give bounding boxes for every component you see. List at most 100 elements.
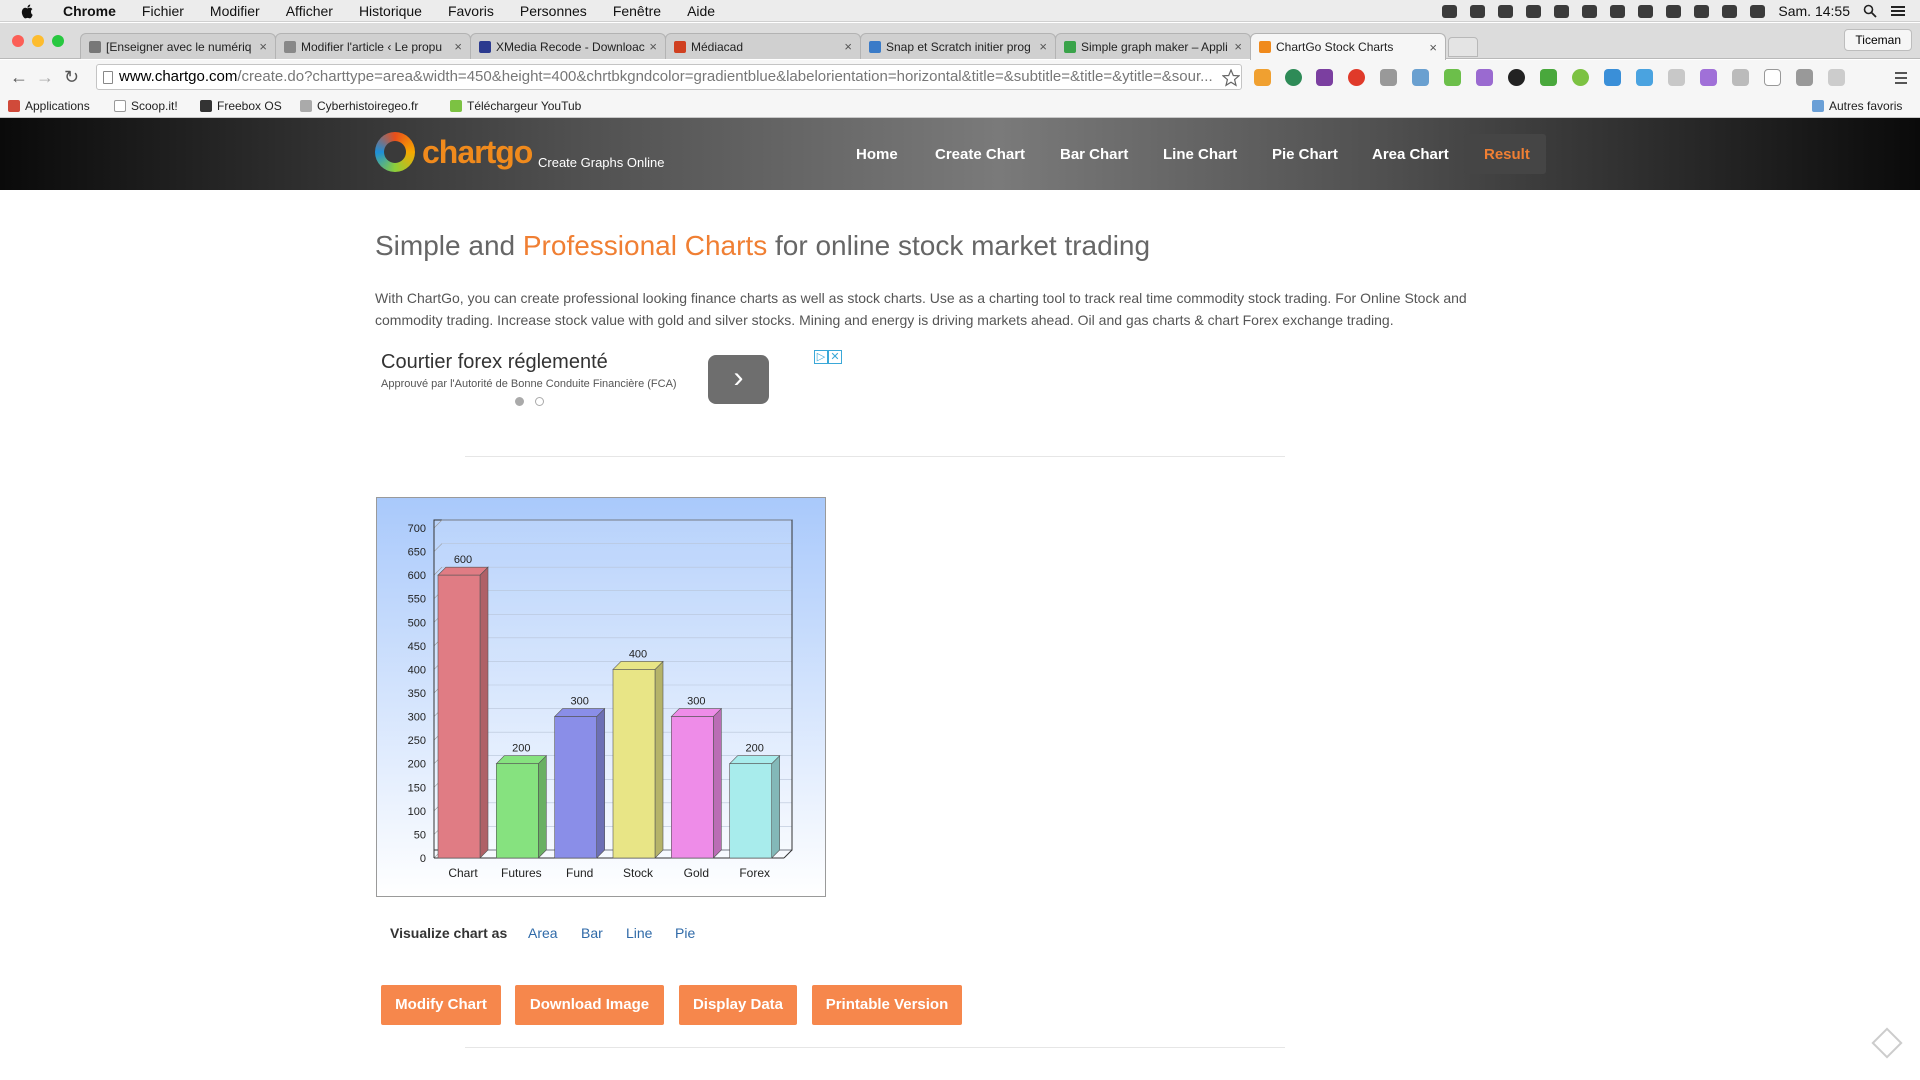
airplay-icon[interactable] [1610, 4, 1626, 18]
nav-line-chart[interactable]: Line Chart [1163, 146, 1237, 163]
notion-icon[interactable] [1764, 69, 1781, 86]
menu-historique[interactable]: Historique [359, 3, 422, 19]
minimize-window-button[interactable] [32, 35, 44, 47]
nav-result[interactable]: Result [1484, 146, 1530, 163]
modify-chart-button[interactable]: Modify Chart [381, 985, 501, 1025]
drive-icon[interactable] [1470, 4, 1486, 18]
menu-fenetre[interactable]: Fenêtre [613, 3, 661, 19]
cloud-icon[interactable] [1442, 4, 1458, 18]
visualize-bar-link[interactable]: Bar [581, 925, 603, 941]
ad-next-chevron-icon[interactable]: › [708, 355, 769, 404]
bookmark-other[interactable]: Autres favoris [1812, 99, 1902, 113]
gif-icon[interactable] [1732, 69, 1749, 86]
volume-icon[interactable] [1750, 4, 1766, 18]
dropbox-icon[interactable] [1582, 4, 1598, 18]
zoom-window-button[interactable] [52, 35, 64, 47]
printable-version-button[interactable]: Printable Version [812, 985, 962, 1025]
apple-icon[interactable] [20, 3, 36, 19]
tab-close-icon[interactable]: × [649, 39, 657, 54]
extension-blue-icon[interactable] [1604, 69, 1621, 86]
forward-arrow-icon[interactable]: → [36, 67, 54, 87]
lastpass-icon[interactable] [1348, 69, 1365, 86]
extension-save-icon[interactable] [1540, 69, 1557, 86]
menu-modifier[interactable]: Modifier [210, 3, 260, 19]
nav-create-chart[interactable]: Create Chart [935, 146, 1025, 163]
site-logo[interactable]: chartgo [422, 134, 533, 171]
menu-chrome[interactable]: Chrome [63, 3, 116, 19]
menu-personnes[interactable]: Personnes [520, 3, 587, 19]
eject-icon[interactable] [1638, 4, 1654, 18]
menu-favoris[interactable]: Favoris [448, 3, 494, 19]
profile-button[interactable]: Ticeman [1844, 29, 1912, 51]
pen-icon[interactable] [1476, 69, 1493, 86]
chrome-menu-icon[interactable] [1894, 70, 1908, 86]
download-icon[interactable] [1444, 69, 1461, 86]
bookmark-youtube-downloader[interactable]: Téléchargeur YouTub [450, 99, 581, 113]
time-machine-icon[interactable] [1666, 4, 1682, 18]
new-tab-button[interactable] [1448, 37, 1478, 57]
menu-aide[interactable]: Aide [687, 3, 715, 19]
notification-center-icon[interactable] [1890, 4, 1906, 18]
browser-tab[interactable]: Snap et Scratch initier prog × [860, 33, 1056, 59]
nav-area-chart[interactable]: Area Chart [1372, 146, 1449, 163]
ad-subtitle[interactable]: Approuvé par l'Autorité de Bonne Conduit… [381, 378, 677, 390]
page-info-icon[interactable] [103, 71, 113, 84]
extension-dot-icon[interactable] [1572, 69, 1589, 86]
print-icon[interactable] [1796, 69, 1813, 86]
extension-scan-icon[interactable] [1380, 69, 1397, 86]
ad-page-dot-active[interactable] [515, 397, 524, 406]
visualize-line-link[interactable]: Line [626, 925, 652, 941]
nav-home[interactable]: Home [856, 146, 898, 163]
menu-fichier[interactable]: Fichier [142, 3, 184, 19]
bluetooth-icon[interactable] [1694, 4, 1710, 18]
icloud-icon[interactable] [1554, 4, 1570, 18]
browser-tab[interactable]: XMedia Recode - Downloac × [470, 33, 666, 59]
wifi-icon[interactable] [1722, 4, 1738, 18]
onenote-icon[interactable] [1316, 69, 1333, 86]
tab-close-icon[interactable]: × [844, 39, 852, 54]
extension-cat-icon[interactable] [1636, 69, 1653, 86]
extension-dark-icon[interactable] [1508, 69, 1525, 86]
clock[interactable]: Sam. 14:55 [1778, 3, 1850, 19]
menu-afficher[interactable]: Afficher [286, 3, 333, 19]
tab-close-icon[interactable]: × [1429, 40, 1437, 55]
browser-tab[interactable]: Simple graph maker – Appli × [1055, 33, 1251, 59]
address-bar[interactable]: www.chartgo.com/create.do?charttype=area… [96, 64, 1242, 90]
tab-close-icon[interactable]: × [1234, 39, 1242, 54]
camera-icon[interactable] [1412, 69, 1429, 86]
ad-title[interactable]: Courtier forex réglementé [381, 351, 608, 374]
browser-tab[interactable]: Médiacad × [665, 33, 861, 59]
close-window-button[interactable] [12, 35, 24, 47]
adchoices-icon[interactable]: ▷ ✕ [814, 350, 844, 365]
browser-tab[interactable]: ChartGo Stock Charts × [1250, 33, 1446, 60]
extension-purple-icon[interactable] [1700, 69, 1717, 86]
bookmark-cyberhistoiregeo[interactable]: Cyberhistoiregeo.fr [300, 99, 418, 113]
bookmark-freebox[interactable]: Freebox OS [200, 99, 282, 113]
browser-tab[interactable]: Modifier l'article ‹ Le propu × [275, 33, 471, 59]
bookmark-star-icon[interactable] [1222, 69, 1240, 87]
tab-close-icon[interactable]: × [259, 39, 267, 54]
tab-close-icon[interactable]: × [454, 39, 462, 54]
visualize-area-link[interactable]: Area [528, 925, 558, 941]
reload-icon[interactable]: ↻ [64, 67, 79, 87]
extension-puzzle-icon[interactable] [1254, 69, 1271, 86]
download-image-button[interactable]: Download Image [515, 985, 664, 1025]
sync-icon[interactable] [1526, 4, 1542, 18]
tab-close-icon[interactable]: × [1039, 39, 1047, 54]
nav-bar-chart[interactable]: Bar Chart [1060, 146, 1128, 163]
display-data-button[interactable]: Display Data [679, 985, 797, 1025]
nav-pie-chart[interactable]: Pie Chart [1272, 146, 1338, 163]
extension-green-icon[interactable] [1285, 69, 1302, 86]
rss-icon[interactable] [1828, 69, 1845, 86]
bookmark-applications[interactable]: Applications [8, 99, 90, 113]
chat-icon[interactable] [1668, 69, 1685, 86]
bookmark-scoopit[interactable]: Scoop.it! [114, 99, 178, 113]
scroll-top-icon[interactable] [1871, 1027, 1903, 1059]
screenshot-icon[interactable] [1498, 4, 1514, 18]
browser-tab[interactable]: [Enseigner avec le numériq × [80, 33, 276, 59]
chartgo-logo-icon[interactable] [375, 132, 415, 172]
visualize-pie-link[interactable]: Pie [675, 925, 695, 941]
ad-page-dot[interactable] [535, 397, 544, 406]
spotlight-search-icon[interactable] [1863, 4, 1877, 18]
back-arrow-icon[interactable]: ← [10, 67, 28, 87]
